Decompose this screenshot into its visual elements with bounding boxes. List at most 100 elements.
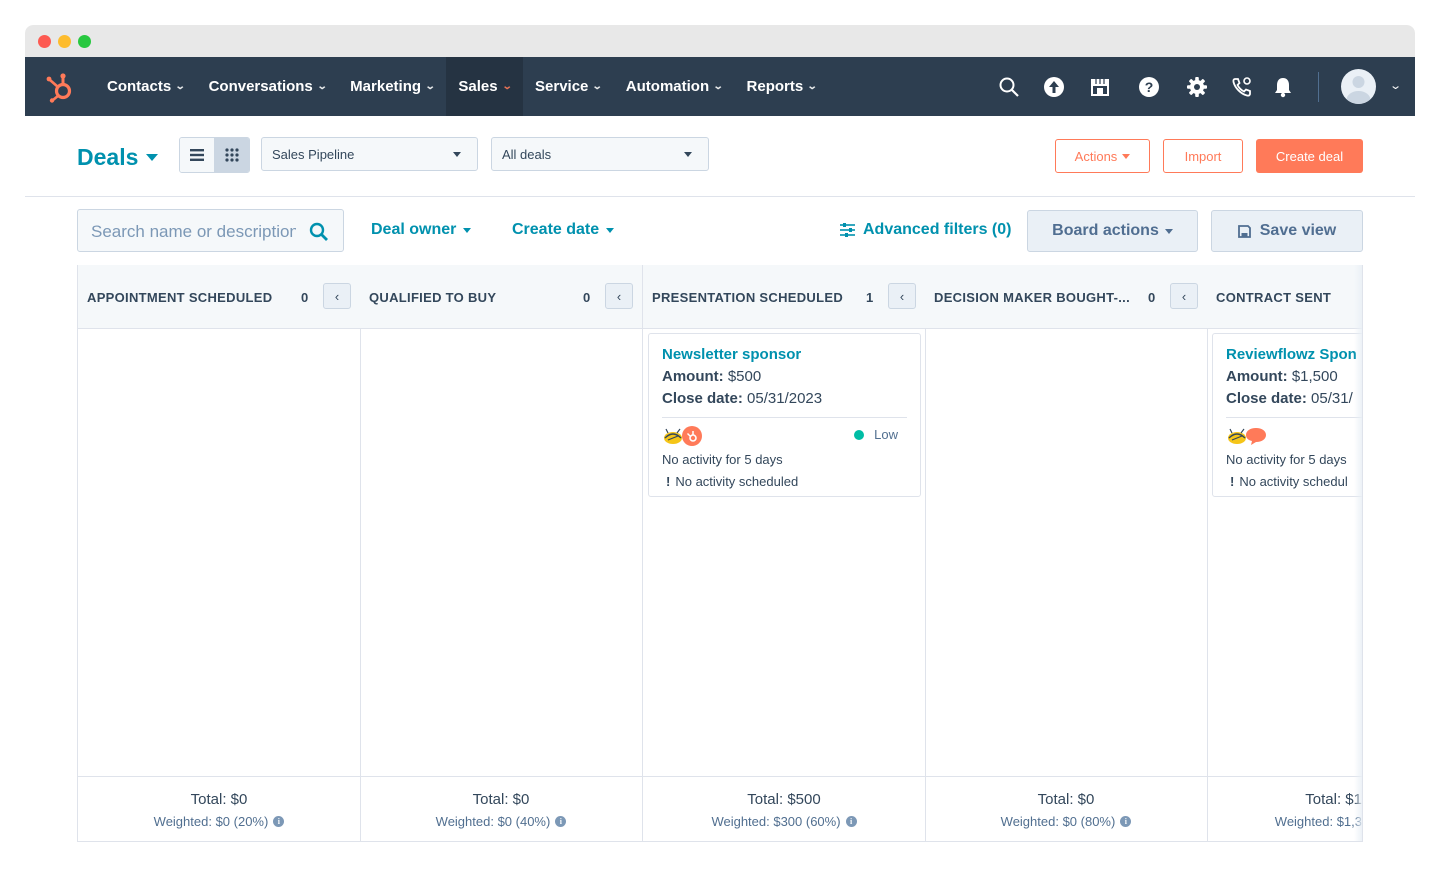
view-select[interactable]: All deals: [491, 137, 709, 171]
advanced-filters-button[interactable]: Advanced filters (0): [840, 221, 1011, 239]
caret-down-icon: [146, 154, 159, 161]
caret-down-icon: [1164, 228, 1173, 234]
board-column-presentation-scheduled: PRESENTATION SCHEDULED 1 ‹ Newsletter sp…: [643, 265, 926, 841]
import-label: Import: [1184, 148, 1222, 164]
column-count: 0: [583, 290, 591, 305]
column-name: DECISION MAKER BOUGHT-...: [934, 290, 1131, 305]
close-date-value: 05/31/2023: [747, 390, 823, 407]
nav-conversations[interactable]: Conversations ⌄: [197, 57, 339, 116]
hubspot-logo-icon[interactable]: [43, 71, 77, 103]
nav-sales[interactable]: Sales ⌄: [446, 57, 524, 116]
collapse-column-button[interactable]: ‹: [323, 283, 351, 309]
main-menu: Contacts ⌄ Conversations ⌄ Marketing ⌄ Sale…: [95, 57, 829, 116]
associated-records: [1226, 426, 1267, 446]
nav-label: Sales: [458, 78, 498, 95]
chevron-left-icon: ‹: [334, 288, 340, 304]
deal-card[interactable]: Newsletter sponsor Amount: $500 Close da…: [648, 333, 921, 497]
info-icon[interactable]: i: [555, 816, 567, 827]
priority-indicator: Low: [854, 427, 898, 442]
upgrade-icon[interactable]: [1043, 76, 1065, 98]
info-icon[interactable]: i: [845, 816, 857, 827]
nav-label: Reports: [746, 78, 804, 95]
nav-service[interactable]: Service ⌄: [523, 57, 614, 116]
actions-button[interactable]: Actions: [1055, 139, 1150, 173]
list-view-button[interactable]: [180, 138, 214, 172]
page-title[interactable]: Deals: [77, 144, 159, 171]
close-window-button[interactable]: [38, 35, 51, 48]
collapse-column-button[interactable]: ‹: [1170, 283, 1198, 309]
weighted-amount: Weighted: $1,3: [1274, 814, 1362, 829]
nav-label: Marketing: [350, 78, 422, 95]
priority-dot-icon: [854, 429, 865, 440]
card-divider: [662, 417, 907, 418]
board-view-button[interactable]: [214, 138, 249, 172]
sliders-icon: [840, 223, 855, 237]
nav-automation[interactable]: Automation ⌄: [614, 57, 735, 116]
settings-icon[interactable]: [1186, 76, 1208, 98]
search-input[interactable]: [89, 221, 298, 243]
deal-amount: Amount: $500: [662, 368, 761, 385]
amount-value: $500: [727, 368, 762, 385]
scroll-fade: [1354, 265, 1362, 841]
board-actions-button[interactable]: Board actions: [1027, 210, 1198, 252]
calling-icon[interactable]: [1231, 76, 1253, 98]
nav-marketing[interactable]: Marketing ⌄: [338, 57, 446, 116]
next-activity: ! No activity schedul: [1230, 474, 1348, 489]
column-count: 1: [866, 290, 874, 305]
view-toggle: [179, 137, 250, 173]
nav-reports[interactable]: Reports ⌄: [735, 57, 829, 116]
collapse-column-button[interactable]: ‹: [888, 283, 916, 309]
column-total: Total: $0: [190, 791, 248, 808]
info-icon[interactable]: i: [1120, 816, 1132, 827]
minimize-window-button[interactable]: [58, 35, 71, 48]
deal-owner-filter[interactable]: Deal owner: [371, 221, 472, 239]
chat-bubble-icon[interactable]: [1245, 426, 1267, 446]
help-icon[interactable]: ?: [1138, 76, 1160, 98]
column-footer: Total: $0 Weighted: $0 (80%) i: [925, 776, 1207, 841]
deal-close-date: Close date: 05/31/: [1226, 390, 1353, 407]
marketplace-icon[interactable]: [1089, 76, 1111, 98]
column-header: DECISION MAKER BOUGHT-... 0 ‹: [925, 265, 1207, 329]
pipeline-select[interactable]: Sales Pipeline: [261, 137, 478, 171]
hubspot-contact-icon[interactable]: [681, 426, 703, 446]
pipeline-select-value: Sales Pipeline: [272, 146, 355, 162]
chevron-down-icon: ⌄: [592, 81, 604, 92]
info-icon[interactable]: i: [273, 816, 285, 827]
actions-label: Actions: [1074, 148, 1118, 164]
board-column-appointment-scheduled: APPOINTMENT SCHEDULED 0 ‹ Total: $0 Weig…: [78, 265, 361, 841]
nav-label: Automation: [625, 78, 710, 95]
search-icon[interactable]: [309, 222, 329, 242]
maximize-window-button[interactable]: [78, 35, 91, 48]
top-navigation: Contacts ⌄ Conversations ⌄ Marketing ⌄ Sale…: [25, 57, 1415, 116]
import-button[interactable]: Import: [1163, 139, 1243, 173]
notifications-icon[interactable]: [1272, 76, 1294, 98]
collapse-column-button[interactable]: ‹: [605, 283, 633, 309]
column-footer: Total: $1 Weighted: $1,3: [1207, 776, 1362, 841]
amount-label: Amount:: [662, 368, 724, 385]
nav-label: Contacts: [107, 78, 172, 95]
amount-value: $1,500: [1291, 368, 1338, 385]
save-view-button[interactable]: Save view: [1211, 210, 1363, 252]
avatar[interactable]: [1341, 69, 1376, 104]
deal-name-link[interactable]: Newsletter sponsor: [662, 346, 801, 363]
nav-contacts[interactable]: Contacts ⌄: [95, 57, 197, 116]
search-icon[interactable]: [998, 76, 1020, 98]
create-deal-button[interactable]: Create deal: [1256, 139, 1363, 173]
column-count: 0: [1148, 290, 1156, 305]
caret-down-icon: [1122, 153, 1131, 159]
chevron-down-icon: ⌄: [806, 81, 818, 92]
column-weighted: Weighted: $0 (80%) i: [925, 814, 1207, 829]
caret-down-icon: [463, 227, 472, 233]
caret-down-icon: [684, 152, 692, 157]
nav-label: Conversations: [208, 78, 313, 95]
column-weighted: Weighted: $1,3: [1207, 814, 1362, 829]
chevron-left-icon: ‹: [616, 288, 622, 304]
weighted-amount: Weighted: $0 (40%): [435, 814, 551, 829]
deal-name-link[interactable]: Reviewflowz Spon: [1226, 346, 1357, 363]
weighted-amount: Weighted: $0 (20%): [153, 814, 269, 829]
create-date-filter[interactable]: Create date: [512, 221, 615, 239]
priority-label: Low: [874, 427, 898, 442]
deal-card[interactable]: Reviewflowz Spon Amount: $1,500 Close da…: [1212, 333, 1362, 497]
chevron-down-icon[interactable]: ⌄: [1389, 79, 1402, 92]
chevron-left-icon: ‹: [1181, 288, 1187, 304]
